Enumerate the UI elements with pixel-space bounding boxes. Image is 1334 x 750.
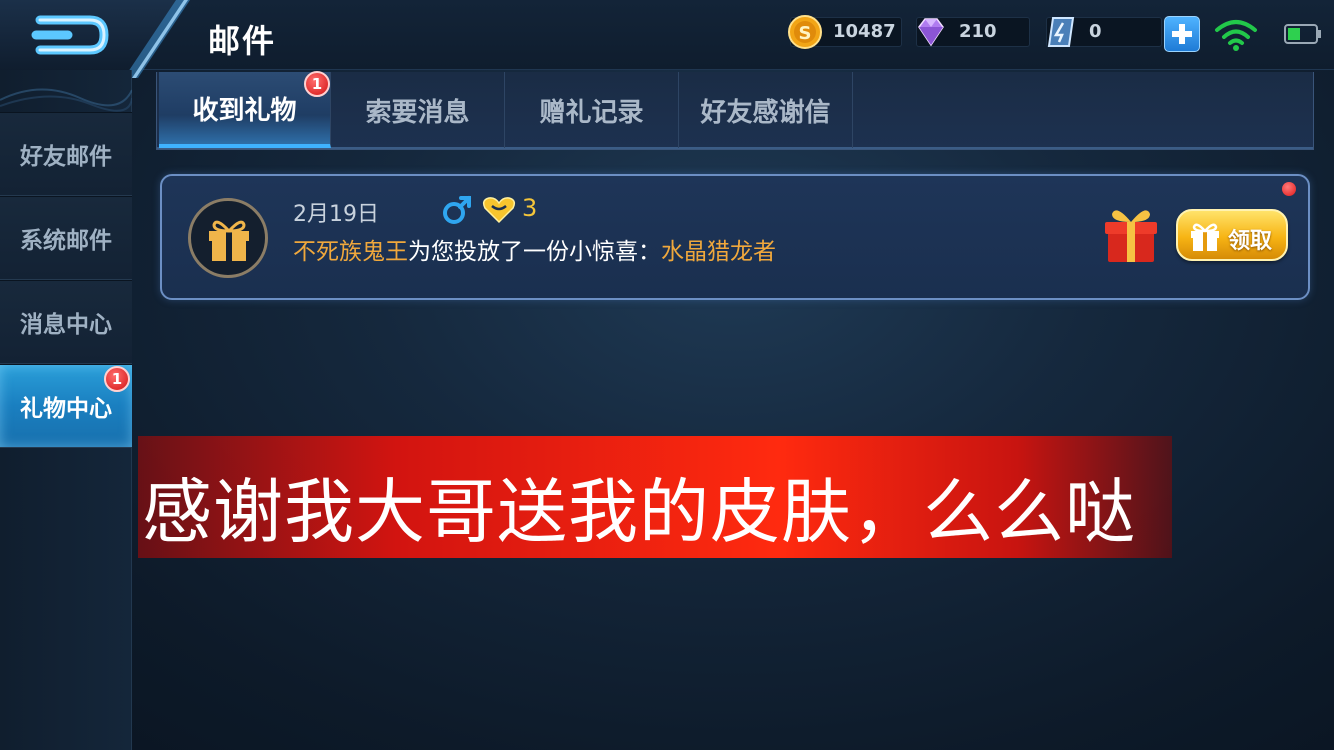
gift-center-badge: 1 xyxy=(104,366,130,392)
claim-button[interactable]: 领取 xyxy=(1176,209,1288,261)
tab-label: 好友感谢信 xyxy=(700,97,831,128)
tab-label: 赠礼记录 xyxy=(539,97,644,128)
gift-box-icon xyxy=(1105,210,1157,262)
tab-thank-you-letters[interactable]: 好友感谢信 xyxy=(679,72,853,148)
caption-band: 感谢我大哥送我的皮肤，么么哒 xyxy=(138,436,1172,558)
gift-mail-item[interactable]: 2月19日 3 不死族鬼王为您投放了一份小惊喜：水晶猎龙者 领取 xyxy=(160,174,1310,300)
tab-label: 收到礼物 xyxy=(192,95,297,126)
gold-counter: S 10487 xyxy=(788,15,902,49)
sidebar-item-label: 消息中心 xyxy=(20,312,112,338)
gift-icon xyxy=(209,220,249,261)
voucher-icon xyxy=(1047,17,1075,47)
battery-icon xyxy=(1284,24,1321,44)
male-icon xyxy=(443,196,471,224)
gift-item-name: 水晶猎龙者 xyxy=(661,239,776,265)
sidebar-decoration xyxy=(0,88,132,112)
page-title: 邮件 xyxy=(208,22,277,60)
gift-avatar xyxy=(188,198,268,278)
tab-label: 索要消息 xyxy=(365,97,470,128)
gold-coin-icon: S xyxy=(788,15,822,49)
recharge-button[interactable] xyxy=(1164,16,1200,52)
plus-icon xyxy=(1172,24,1192,44)
wifi-icon xyxy=(1215,20,1257,51)
mail-message: 不死族鬼王为您投放了一份小惊喜：水晶猎龙者 xyxy=(293,232,776,266)
diamond-counter: 210 xyxy=(916,17,1030,47)
diamond-value: 210 xyxy=(959,21,997,42)
gift-icon xyxy=(1191,223,1219,251)
unread-dot xyxy=(1282,182,1296,196)
tab-requests[interactable]: 索要消息 xyxy=(331,72,505,148)
sidebar-item-label: 系统邮件 xyxy=(20,228,112,254)
caption-text: 感谢我大哥送我的皮肤，么么哒 xyxy=(142,471,1136,553)
mail-date: 2月19日 xyxy=(293,202,379,227)
sidebar-item-label: 好友邮件 xyxy=(20,144,112,170)
diamond-icon xyxy=(918,18,944,47)
sidebar-item-system-mail[interactable]: 系统邮件 xyxy=(0,196,132,280)
received-gifts-badge: 1 xyxy=(304,71,330,97)
sidebar-item-message-center[interactable]: 消息中心 xyxy=(0,280,132,364)
back-button[interactable] xyxy=(28,10,112,60)
message-text: 为您投放了一份小惊喜： xyxy=(408,239,661,265)
voucher-value: 0 xyxy=(1089,21,1102,42)
sidebar-item-friend-mail[interactable]: 好友邮件 xyxy=(0,112,132,196)
back-icon xyxy=(31,15,109,55)
intimacy-value: 3 xyxy=(522,194,538,222)
claim-label: 领取 xyxy=(1228,229,1273,254)
gold-value: 10487 xyxy=(833,21,896,42)
voucher-counter: 0 xyxy=(1046,17,1162,47)
slash-decoration xyxy=(124,0,190,78)
heart-icon xyxy=(482,197,516,224)
sender-name: 不死族鬼王 xyxy=(293,239,408,265)
svg-text:S: S xyxy=(799,23,812,44)
tab-gift-history[interactable]: 赠礼记录 xyxy=(505,72,679,148)
sidebar-item-label: 礼物中心 xyxy=(20,396,112,422)
